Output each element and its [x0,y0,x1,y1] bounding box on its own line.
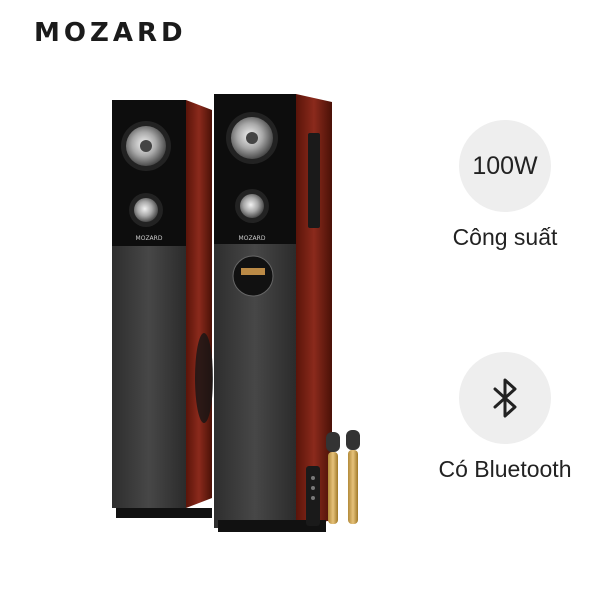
microphone-2 [346,430,360,524]
bluetooth-label: Có Bluetooth [438,456,572,482]
left-speaker-logo: MOZARD [136,235,163,242]
brand-logo: MOZARD [34,18,187,48]
power-badge: 100W [459,120,551,212]
remote-control [306,466,320,526]
right-speaker-logo: MOZARD [239,235,266,242]
left-speaker: MOZARD [112,100,213,518]
feature-bluetooth: Có Bluetooth [420,352,590,483]
power-value: 100W [472,151,538,180]
feature-power: 100W Công suất [420,120,590,251]
bluetooth-icon [493,378,517,418]
speaker-product-image: MOZARD MOZARD [100,88,380,548]
bluetooth-badge [459,352,551,444]
microphone-1 [326,432,340,524]
power-label: Công suất [452,224,558,250]
